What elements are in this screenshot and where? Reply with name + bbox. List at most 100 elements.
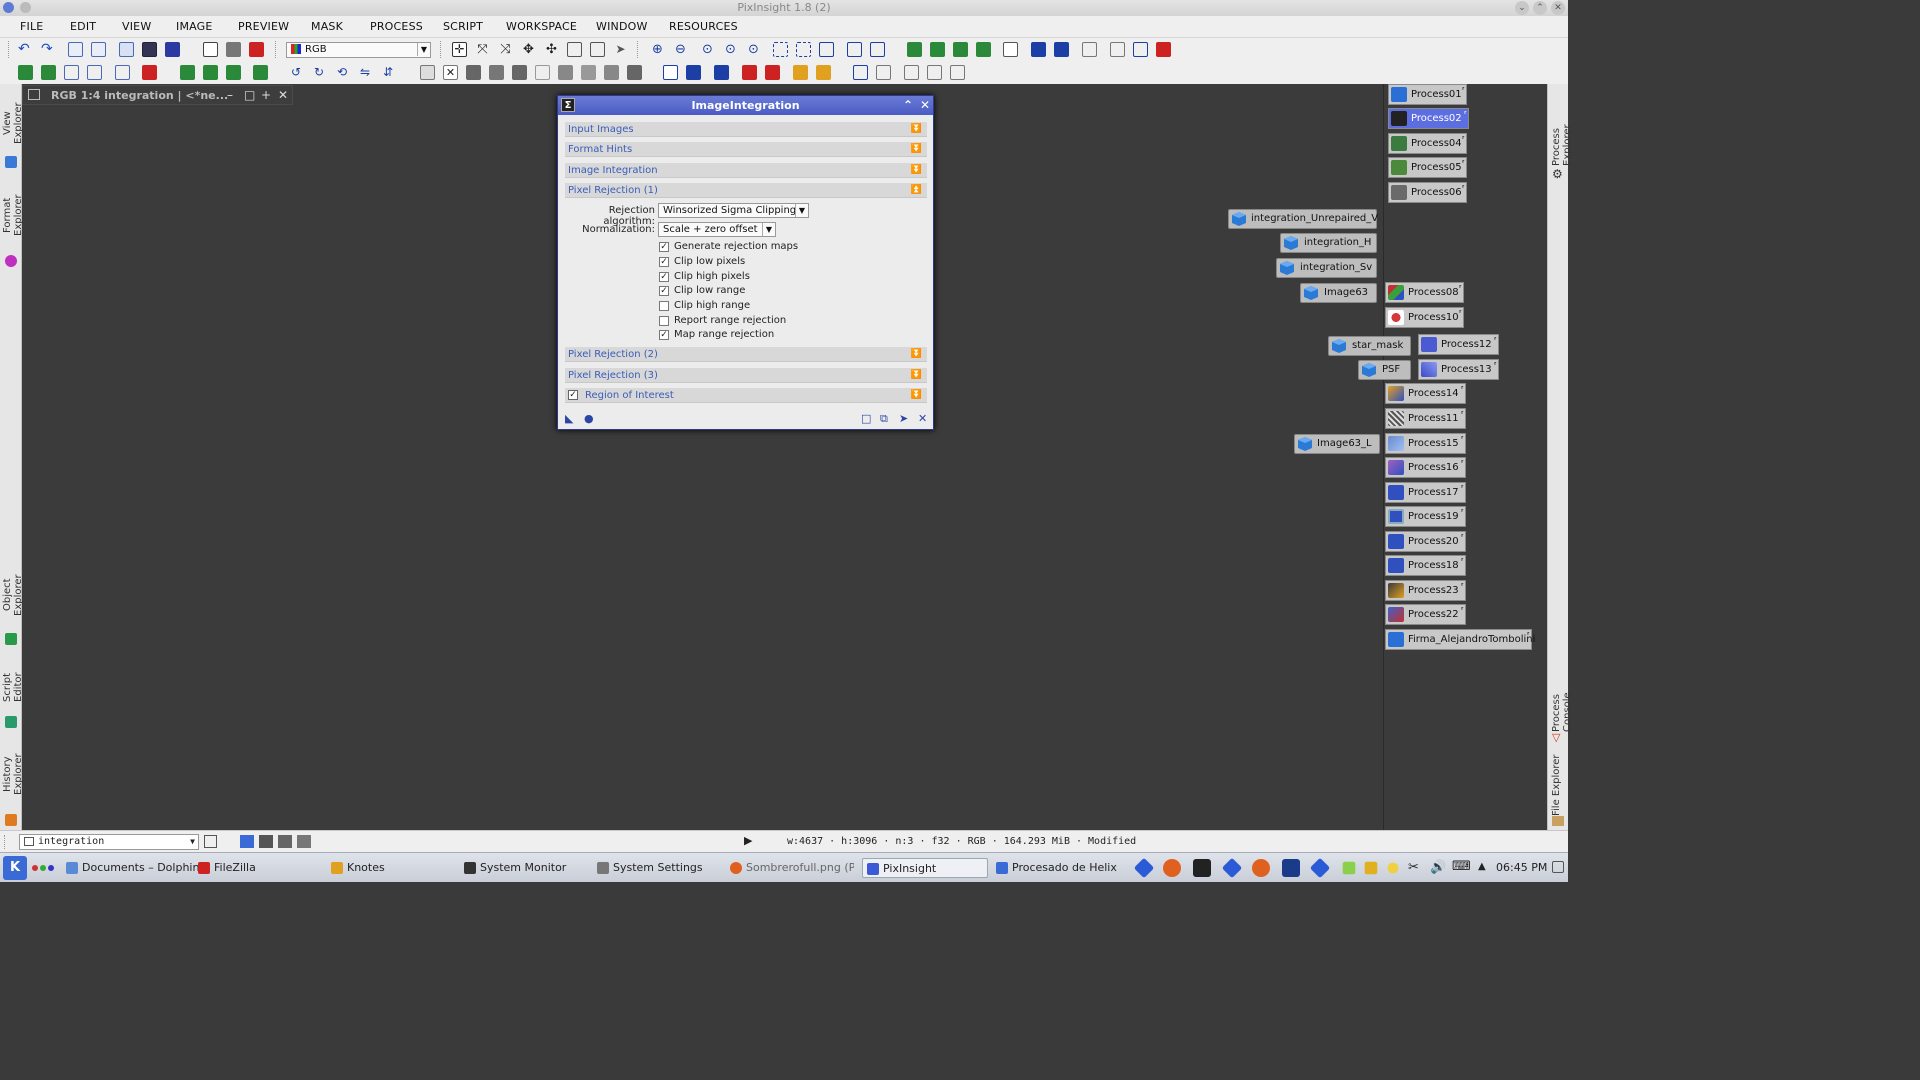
view-mode-icon-8[interactable]	[581, 65, 596, 80]
process-icon-6[interactable]	[142, 65, 157, 80]
pixinsight-launcher-icon[interactable]	[1309, 857, 1331, 879]
fit-window-icon[interactable]	[773, 42, 788, 57]
expand-icon[interactable]	[870, 42, 885, 57]
mask-icon[interactable]	[907, 42, 922, 57]
menu-workspace[interactable]: WORKSPACE	[506, 20, 577, 33]
roi-checkbox[interactable]: ✓	[568, 390, 578, 400]
edit-preview-icon[interactable]	[567, 42, 582, 57]
notifications-icon[interactable]	[1387, 862, 1399, 874]
new-preview-icon[interactable]	[590, 42, 605, 57]
maximize-button[interactable]: ⌃	[1533, 1, 1547, 15]
resize-icon[interactable]	[203, 42, 218, 57]
task-system-settings[interactable]: System Settings	[597, 858, 703, 878]
network-icon[interactable]: ⌨	[1452, 859, 1471, 874]
task-dolphin[interactable]: Documents – Dolphin	[66, 858, 199, 878]
restore-icon[interactable]: □	[244, 88, 255, 102]
process-icon-item[interactable]: Process15 ⸢	[1385, 433, 1466, 454]
app-icon[interactable]	[3, 2, 14, 13]
layout-icon-1[interactable]	[853, 65, 868, 80]
save-image-icon[interactable]	[165, 42, 180, 57]
klipper-icon[interactable]	[1342, 861, 1356, 875]
process-icon-2[interactable]	[41, 65, 56, 80]
process-icon-item[interactable]: Process22 ⸢	[1385, 604, 1466, 625]
mask-enable-icon[interactable]	[976, 42, 991, 57]
layout-icon-2[interactable]	[876, 65, 891, 80]
shade-icon[interactable]: ⌃	[903, 96, 913, 115]
view-mode-icon-7[interactable]	[558, 65, 573, 80]
terminal-icon[interactable]	[1193, 859, 1211, 877]
menu-image[interactable]: IMAGE	[176, 20, 213, 33]
center-icon[interactable]: ✣	[544, 42, 559, 57]
preview-icon[interactable]: ➤	[899, 412, 908, 425]
redo-all-icon[interactable]	[91, 42, 106, 57]
image-icon-item[interactable]: integration_Sv	[1276, 258, 1377, 278]
process-icon-item[interactable]: Process10 ⸢	[1385, 307, 1464, 328]
view-explorer-icon[interactable]	[5, 156, 17, 168]
new-instance-icon[interactable]: ◣	[565, 412, 573, 425]
section-pixel-rejection-3[interactable]: Pixel Rejection (3) ⏬	[565, 368, 927, 383]
channel-b-button[interactable]	[297, 835, 311, 848]
layout-icon-3[interactable]	[904, 65, 919, 80]
screen-icon[interactable]	[663, 65, 678, 80]
layout-icon-4[interactable]	[927, 65, 942, 80]
format-explorer-icon[interactable]	[5, 255, 17, 267]
folder-icon[interactable]	[1364, 861, 1378, 875]
close-icon[interactable]: ✕	[278, 88, 288, 102]
view-selector[interactable]: integration ▼	[19, 834, 199, 850]
channel-rgb-button[interactable]	[240, 835, 254, 848]
menu-process[interactable]: PROCESS	[370, 20, 423, 33]
screen-icon-2[interactable]	[686, 65, 701, 80]
tab-process-explorer[interactable]: Process Explorer	[1551, 90, 1573, 166]
process-icon-4[interactable]	[87, 65, 102, 80]
process-icon-5[interactable]	[115, 65, 130, 80]
window-icon[interactable]	[819, 42, 834, 57]
history-explorer-icon[interactable]	[5, 814, 17, 826]
view-mode-icon-4[interactable]	[489, 65, 504, 80]
view-mode-icon-6[interactable]	[535, 65, 550, 80]
crop-icon[interactable]	[226, 42, 241, 57]
new-image-icon[interactable]	[119, 42, 134, 57]
task-pixinsight[interactable]: PixInsight	[862, 858, 988, 878]
readout-icon[interactable]: ✛	[452, 42, 467, 57]
process-icon-item[interactable]: Process02 ⸢	[1388, 108, 1469, 129]
channel-r-button[interactable]	[259, 835, 273, 848]
mirror-h-icon[interactable]: ⇋	[360, 65, 375, 80]
image-icon-item[interactable]: Image63_L	[1294, 434, 1380, 454]
firefox-launcher-icon[interactable]	[1163, 859, 1181, 877]
tab-script-editor[interactable]: Script Editor	[2, 658, 24, 716]
tray-expand-icon[interactable]: ▲	[1478, 861, 1486, 872]
pointer-icon[interactable]: ➤	[613, 42, 628, 57]
process-icon-item[interactable]: Process08 ⸢	[1385, 282, 1464, 303]
process-icon-7[interactable]	[180, 65, 195, 80]
task-system-monitor[interactable]: System Monitor	[464, 858, 566, 878]
checkbox-box[interactable]: ✓	[659, 257, 669, 267]
close-window-button[interactable]: ✕	[1551, 1, 1565, 15]
menu-window[interactable]: WINDOW	[596, 20, 648, 33]
reset-stf-icon[interactable]	[1082, 42, 1097, 57]
stf-linked-icon[interactable]	[1054, 42, 1069, 57]
checkbox-box[interactable]: ✓	[659, 330, 669, 340]
process-icon-item[interactable]: Process20 ⸢	[1385, 531, 1466, 552]
tab-history-explorer[interactable]: History Explorer	[2, 738, 24, 810]
stf-icon[interactable]	[1003, 42, 1018, 57]
image-window-integration[interactable]: RGB 1:4 integration | <*ne... – □ + ✕	[22, 85, 293, 105]
menu-file[interactable]: FILE	[20, 20, 43, 33]
process-icon-item[interactable]: Process13 ⸢	[1418, 359, 1499, 380]
activity-dot-icon[interactable]	[40, 865, 46, 871]
process-icon-item[interactable]: Firma_AlejandroTombolini ⸢	[1385, 629, 1535, 650]
section-format-hints[interactable]: Format Hints ⏬	[565, 142, 927, 157]
open-image-icon[interactable]	[142, 42, 157, 57]
file-explorer-icon[interactable]	[1552, 816, 1564, 826]
tab-object-explorer[interactable]: Object Explorer	[2, 559, 24, 631]
tab-view-explorer[interactable]: View Explorer	[2, 92, 24, 154]
view-mode-icon-3[interactable]	[466, 65, 481, 80]
close-image-icon[interactable]	[249, 42, 264, 57]
kde-menu-icon[interactable]: K	[3, 856, 27, 880]
object-explorer-icon[interactable]	[5, 633, 17, 645]
zoom-out-icon[interactable]: ⊖	[673, 42, 688, 57]
mask-invert-icon[interactable]	[930, 42, 945, 57]
activity-dot-icon[interactable]	[48, 865, 54, 871]
checkbox-box[interactable]: ✓	[659, 242, 669, 252]
process-icon-item[interactable]: Process06 ⸢	[1388, 182, 1467, 203]
mail-icon[interactable]	[1282, 859, 1300, 877]
